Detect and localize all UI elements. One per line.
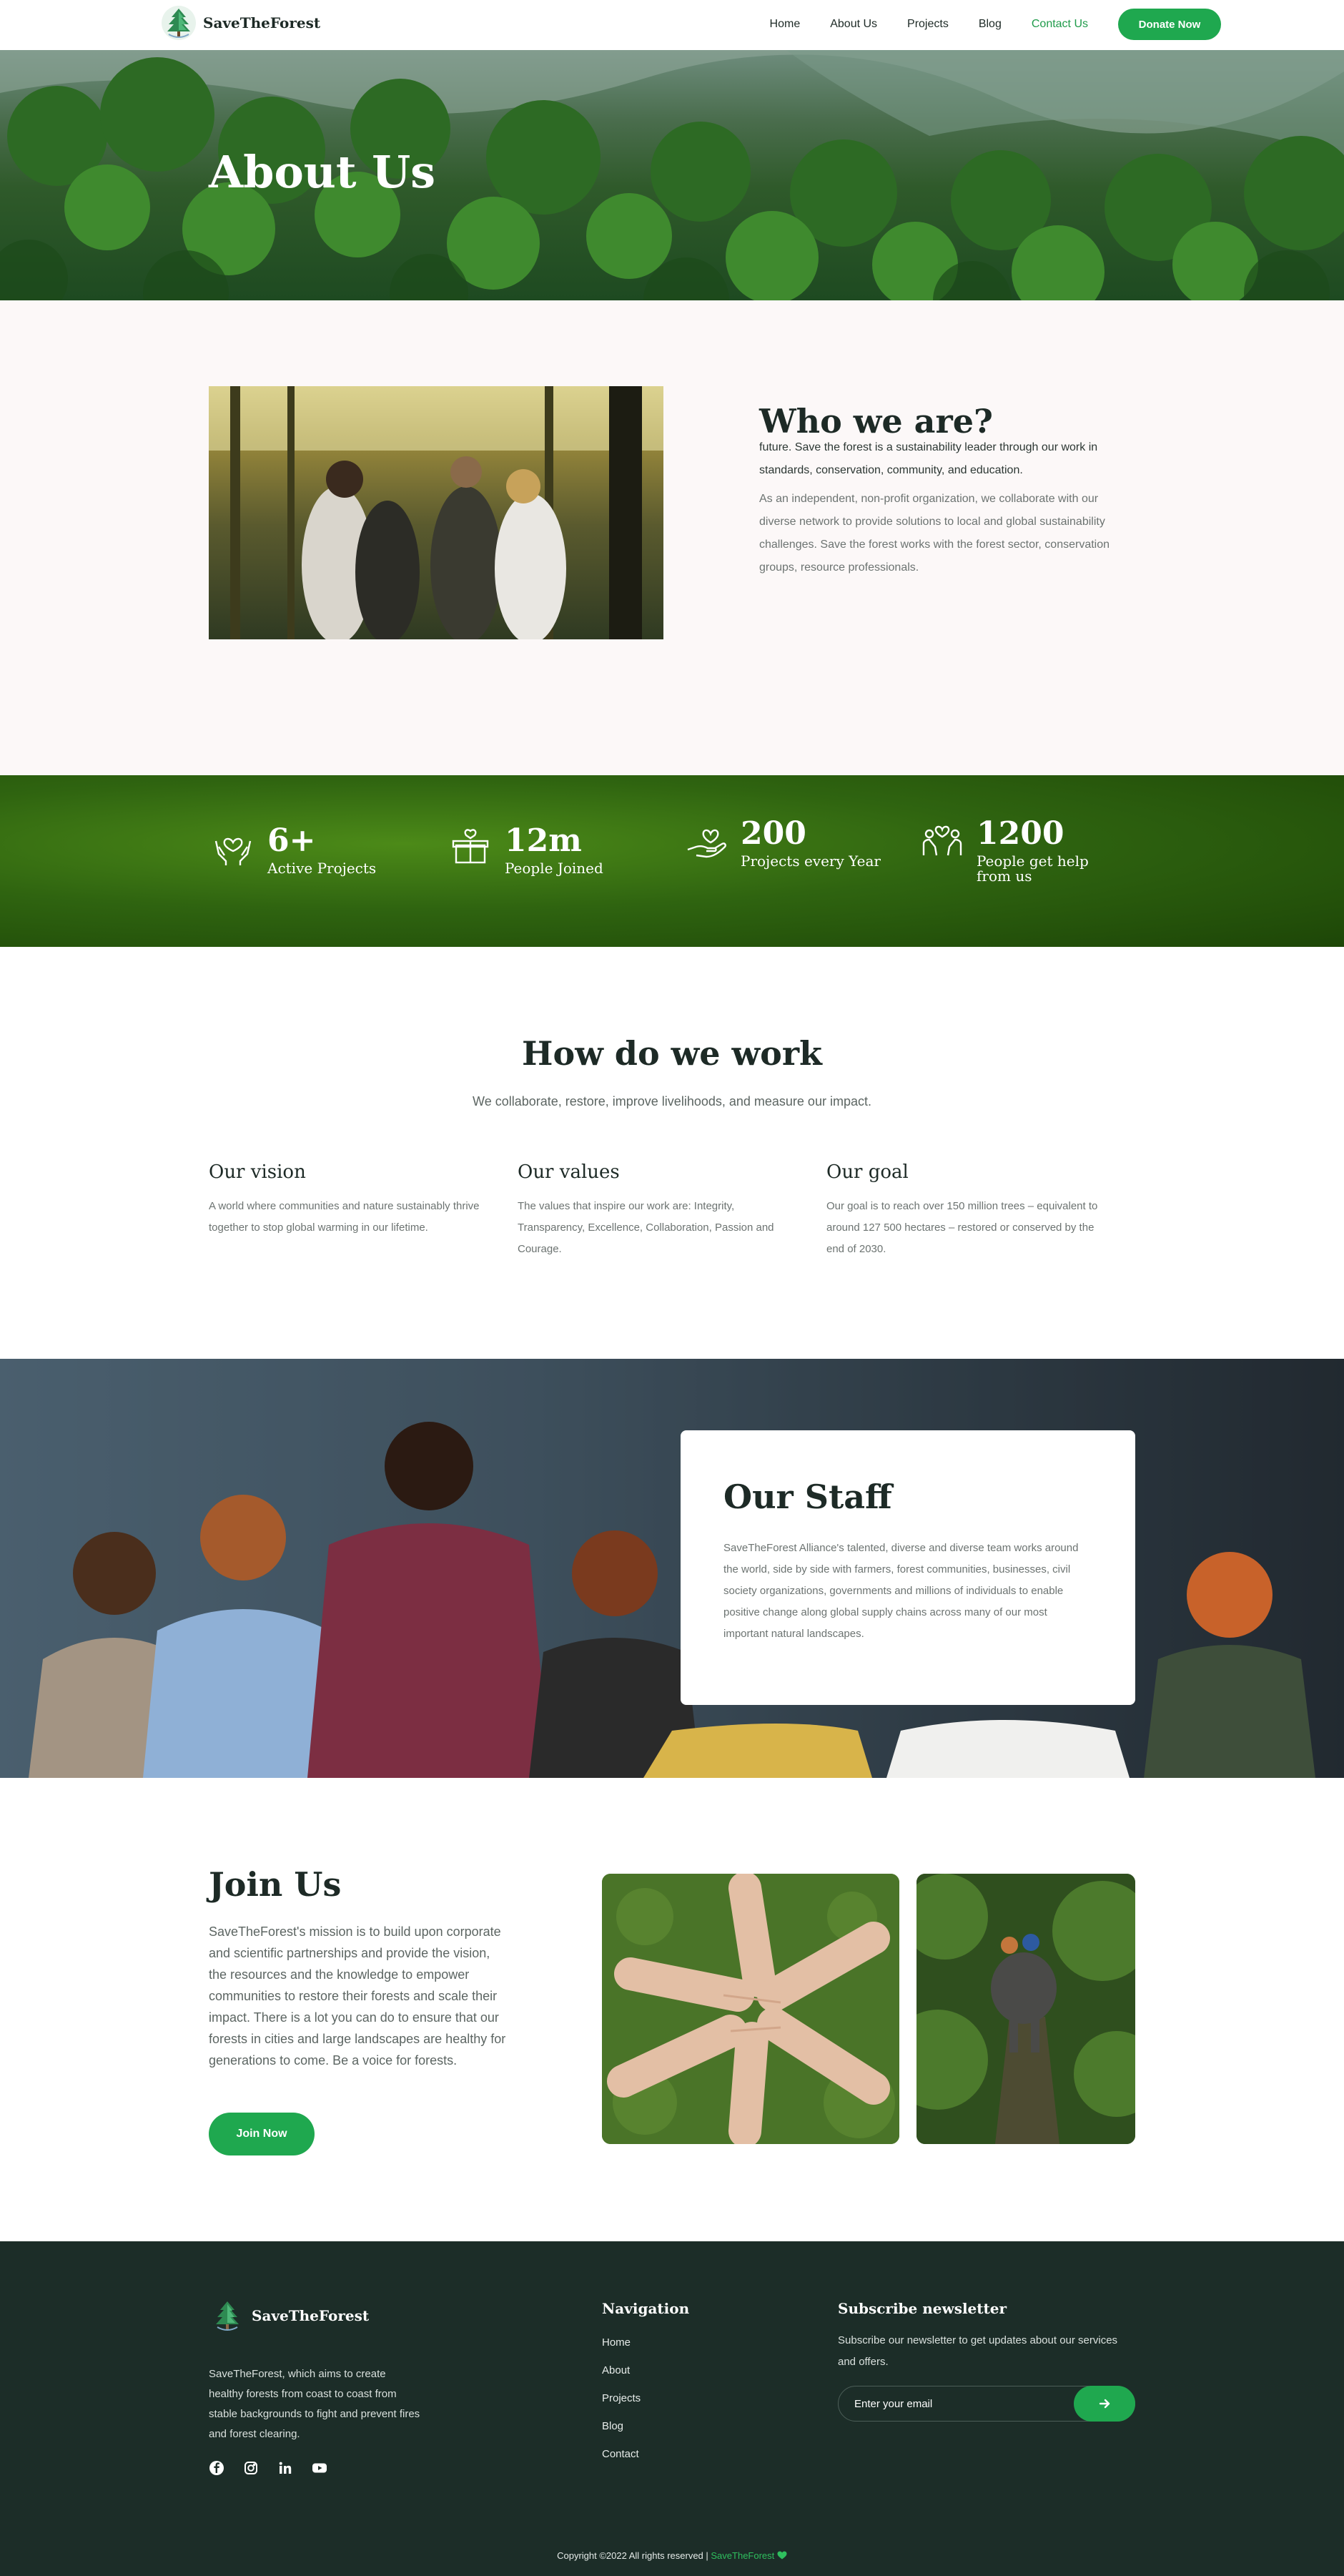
site-logo[interactable]: SaveTheForest <box>160 4 320 41</box>
arrow-right-icon <box>1099 2399 1110 2409</box>
footer-nav-home[interactable]: Home <box>602 2336 689 2349</box>
footer-nav-projects[interactable]: Projects <box>602 2391 689 2405</box>
stat-label: People get help from us <box>977 852 1089 885</box>
tree-logo-icon <box>162 6 196 40</box>
footer-nav-title: Navigation <box>602 2300 690 2317</box>
stat-value: 12m <box>505 822 582 859</box>
page-title: About Us <box>209 146 436 198</box>
stat-value: 6+ <box>267 822 316 859</box>
footer-nav-about[interactable]: About <box>602 2364 689 2377</box>
people-heart-icon <box>922 825 962 856</box>
copyright-brand[interactable]: SaveTheForest <box>711 2550 774 2561</box>
stat-people-joined: 12m People Joined <box>449 825 603 876</box>
join-now-button[interactable]: Join Now <box>209 2113 315 2155</box>
hand-heart-icon <box>687 829 726 858</box>
stat-value: 200 <box>741 815 806 852</box>
nav-blog[interactable]: Blog <box>979 18 1002 31</box>
values-text: The values that inspire our work are: In… <box>518 1200 774 1255</box>
footer-nav-blog[interactable]: Blog <box>602 2419 689 2433</box>
facebook-icon[interactable] <box>209 2460 224 2476</box>
hero-banner: About Us <box>0 50 1344 300</box>
main-nav: Home About Us Projects Blog Contact Us D… <box>770 9 1221 40</box>
vision-text: A world where communities and nature sus… <box>209 1200 480 1234</box>
nav-contact-us[interactable]: Contact Us <box>1032 18 1088 31</box>
stat-people-helped: 1200 People get help from us <box>921 818 1127 884</box>
how-title: How do we work <box>522 1034 822 1073</box>
who-title: Who we are? <box>759 402 993 441</box>
staff-card: Our Staff SaveTheForest Alliance's talen… <box>681 1430 1135 1705</box>
logo-text: SaveTheForest <box>203 14 321 31</box>
our-staff-section: Our Staff SaveTheForest Alliance's talen… <box>0 1359 1344 1778</box>
footer-navigation: Navigation Home About Projects Blog Cont… <box>602 2300 689 2461</box>
staff-group-photo <box>0 1359 1344 1778</box>
newsletter-title: Subscribe newsletter <box>838 2300 1007 2317</box>
joined-hands-photo <box>602 1874 899 2144</box>
join-text: SaveTheForest's mission is to build upon… <box>209 1924 506 2068</box>
youtube-icon[interactable] <box>312 2460 327 2476</box>
who-lead-text: future. Save the forest is a sustainabil… <box>759 441 1098 476</box>
gift-box-icon <box>452 829 489 864</box>
newsletter-block: Subscribe newsletter Subscribe our newsl… <box>838 2300 1138 2422</box>
who-we-are-section: Who we are? future. Save the forest is a… <box>0 300 1344 775</box>
donate-button[interactable]: Donate Now <box>1118 9 1221 40</box>
heart-icon <box>777 2551 787 2560</box>
footer-description: SaveTheForest, which aims to create heal… <box>209 2368 420 2440</box>
footer-logo[interactable]: SaveTheForest <box>209 2297 369 2334</box>
footer-logo-text: SaveTheForest <box>252 2307 370 2324</box>
social-links <box>209 2460 327 2476</box>
team-forest-photo <box>209 386 663 639</box>
vision-title: Our vision <box>209 1161 306 1183</box>
goal-title: Our goal <box>826 1161 909 1183</box>
join-us-section: Join Us SaveTheForest's mission is to bu… <box>0 1778 1344 2241</box>
email-input[interactable] <box>839 2386 1067 2421</box>
subscribe-button[interactable] <box>1074 2386 1135 2422</box>
goal-column: Our goal Our goal is to reach over 150 m… <box>826 1161 1112 1260</box>
goal-text: Our goal is to reach over 150 million tr… <box>826 1200 1098 1255</box>
how-subtitle: We collaborate, restore, improve livelih… <box>473 1094 871 1108</box>
hands-heart-icon <box>214 837 252 865</box>
staff-text: SaveTheForest Alliance's talented, diver… <box>723 1542 1079 1640</box>
staff-title: Our Staff <box>723 1478 892 1516</box>
tree-logo-icon <box>216 2301 239 2331</box>
elephant-forest-photo <box>916 1874 1135 2144</box>
copyright-text: Copyright ©2022 All rights reserved | <box>557 2550 708 2561</box>
values-title: Our values <box>518 1161 620 1183</box>
nav-projects[interactable]: Projects <box>907 18 949 31</box>
stat-value: 1200 <box>977 815 1064 852</box>
linkedin-icon[interactable] <box>277 2460 293 2476</box>
forest-canopy-image <box>0 50 1344 300</box>
nav-home[interactable]: Home <box>770 18 801 31</box>
nav-about-us[interactable]: About Us <box>830 18 877 31</box>
instagram-icon[interactable] <box>243 2460 259 2476</box>
values-column: Our values The values that inspire our w… <box>518 1161 804 1260</box>
stat-label: People Joined <box>505 860 603 877</box>
how-we-work-section: How do we work We collaborate, restore, … <box>0 947 1344 1359</box>
newsletter-form <box>838 2386 1135 2422</box>
footer-nav-contact[interactable]: Contact <box>602 2447 689 2461</box>
who-body-text: As an independent, non-profit organizati… <box>759 493 1110 574</box>
vision-column: Our vision A world where communities and… <box>209 1161 495 1239</box>
stats-band: 6+ Active Projects 12m People Joined 200… <box>0 775 1344 947</box>
stat-label: Active Projects <box>267 860 377 877</box>
site-header: SaveTheForest Home About Us Projects Blo… <box>0 0 1344 50</box>
join-title: Join Us <box>209 1865 342 1904</box>
stat-projects-year: 200 Projects every Year <box>685 818 881 869</box>
stat-label: Projects every Year <box>741 852 881 870</box>
copyright: Copyright ©2022 All rights reserved | Sa… <box>0 2550 1344 2561</box>
newsletter-text: Subscribe our newsletter to get updates … <box>838 2334 1118 2368</box>
who-we-are-text: Who we are? future. Save the forest is a… <box>759 405 1138 579</box>
stat-active-projects: 6+ Active Projects <box>212 825 376 876</box>
